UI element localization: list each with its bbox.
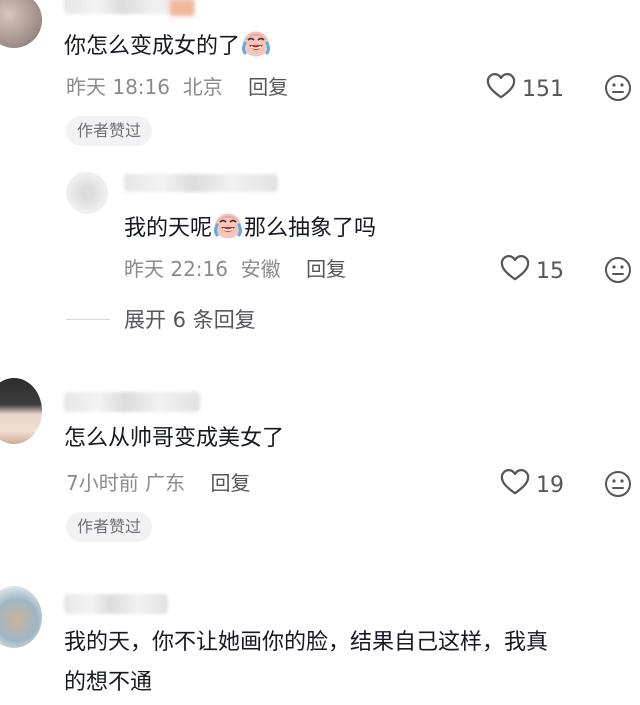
author-liked-badge: 作者赞过 [66, 512, 153, 542]
comment-meta: 7小时前 广东 回复 [66, 470, 251, 496]
comment-text-line2: 的想不通 [64, 670, 153, 695]
reply-text: 我的天呢 那么抽象了吗 [124, 210, 376, 249]
comment-location: 广东 [145, 471, 186, 495]
comment-location: 北京 [182, 75, 223, 99]
crying-laughing-emoji-icon [240, 28, 272, 67]
dislike-icon[interactable] [604, 470, 632, 498]
like-count: 15 [536, 258, 564, 284]
blur-accent [170, 0, 194, 16]
username-blurred[interactable] [124, 174, 278, 192]
expand-replies-label: 展开 6 条回复 [124, 308, 256, 332]
reply-button[interactable]: 回复 [306, 257, 346, 281]
comment-time: 7小时前 [66, 471, 139, 495]
comment-text: 怎么从帅哥变成美女了 [64, 426, 285, 451]
like-button[interactable]: 15 [500, 254, 564, 288]
like-button[interactable]: 151 [486, 72, 564, 106]
comment-text-main: 你怎么变成女的了 [64, 34, 241, 59]
crying-laughing-emoji-icon [212, 210, 244, 249]
comment-time: 昨天 18:16 [66, 75, 170, 99]
reply-meta: 昨天 22:16 安徽 回复 [124, 256, 346, 282]
expand-replies-button[interactable]: 展开 6 条回复 [66, 304, 256, 334]
avatar[interactable] [0, 586, 42, 648]
username-blurred[interactable] [64, 392, 200, 412]
dislike-icon[interactable] [604, 74, 632, 102]
avatar[interactable] [66, 172, 108, 214]
heart-icon [486, 72, 516, 106]
like-count: 151 [522, 76, 564, 102]
avatar[interactable] [0, 378, 42, 444]
author-liked-badge: 作者赞过 [66, 116, 153, 146]
comment-meta: 昨天 18:16 北京 回复 [66, 74, 288, 100]
like-count: 19 [536, 472, 564, 498]
comment-text-line1: 我的天，你不让她画你的脸，结果自己这样，我真 [64, 630, 549, 655]
username-blurred[interactable] [64, 594, 168, 614]
reply-time: 昨天 22:16 [124, 257, 228, 281]
heart-icon [500, 468, 530, 502]
comment-text: 你怎么变成女的了 [64, 28, 272, 67]
reply-text-before: 我的天呢 [124, 216, 213, 241]
like-button[interactable]: 19 [500, 468, 564, 502]
reply-button[interactable]: 回复 [248, 75, 288, 99]
avatar[interactable] [0, 0, 42, 48]
reply-button[interactable]: 回复 [211, 471, 251, 495]
reply-text-after: 那么抽象了吗 [244, 216, 377, 241]
dislike-icon[interactable] [604, 256, 632, 284]
heart-icon [500, 254, 530, 288]
reply-location: 安徽 [240, 257, 281, 281]
divider-line [66, 318, 110, 320]
